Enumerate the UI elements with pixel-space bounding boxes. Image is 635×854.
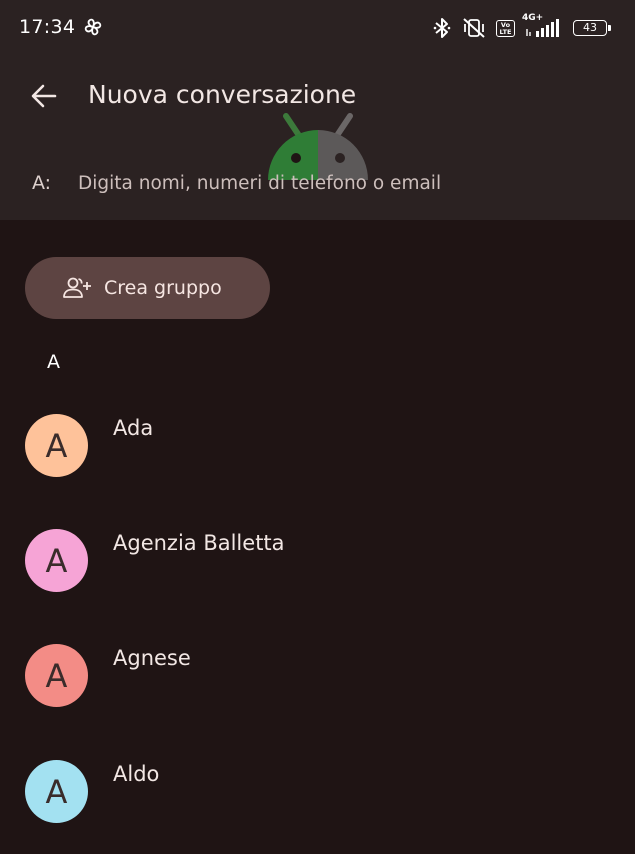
recipient-label: A: xyxy=(32,172,52,194)
status-time: 17:34 xyxy=(19,16,76,38)
avatar: A xyxy=(25,760,88,823)
group-add-icon xyxy=(63,277,91,298)
contact-name: Agnese xyxy=(113,646,191,670)
avatar: A xyxy=(25,644,88,707)
page-title: Nuova conversazione xyxy=(88,80,357,109)
create-group-label: Crea gruppo xyxy=(104,277,222,299)
back-button[interactable] xyxy=(20,72,68,120)
contact-name: Ada xyxy=(113,416,154,440)
network-type: 4G+ xyxy=(522,13,544,23)
recipient-input[interactable] xyxy=(78,166,598,200)
vibrate-off-icon xyxy=(463,18,485,38)
avatar: A xyxy=(25,529,88,592)
contact-name: Aldo xyxy=(113,762,160,786)
contact-row[interactable]: A Agnese xyxy=(0,630,635,730)
contact-row[interactable]: A Agenzia Balletta xyxy=(0,515,635,615)
recipient-row: A: xyxy=(0,160,635,206)
create-group-button[interactable]: Crea gruppo xyxy=(25,257,270,319)
volte-badge: Vo LTE xyxy=(496,19,515,37)
section-header: A xyxy=(47,351,60,373)
contact-name: Agenzia Balletta xyxy=(113,531,285,555)
contact-row[interactable]: A Aldo xyxy=(0,746,635,846)
battery-indicator: 43 xyxy=(573,20,611,36)
status-icons: Vo LTE 4G+ 43 xyxy=(432,14,611,41)
status-bar: 17:34 Vo LTE 4G+ 43 xyxy=(0,0,635,58)
arrow-back-icon xyxy=(31,84,57,108)
signal-icon: 4G+ xyxy=(522,14,563,37)
avatar: A xyxy=(25,414,88,477)
contact-row[interactable]: A Ada xyxy=(0,400,635,500)
fan-icon xyxy=(84,18,102,36)
bluetooth-icon xyxy=(433,18,451,38)
